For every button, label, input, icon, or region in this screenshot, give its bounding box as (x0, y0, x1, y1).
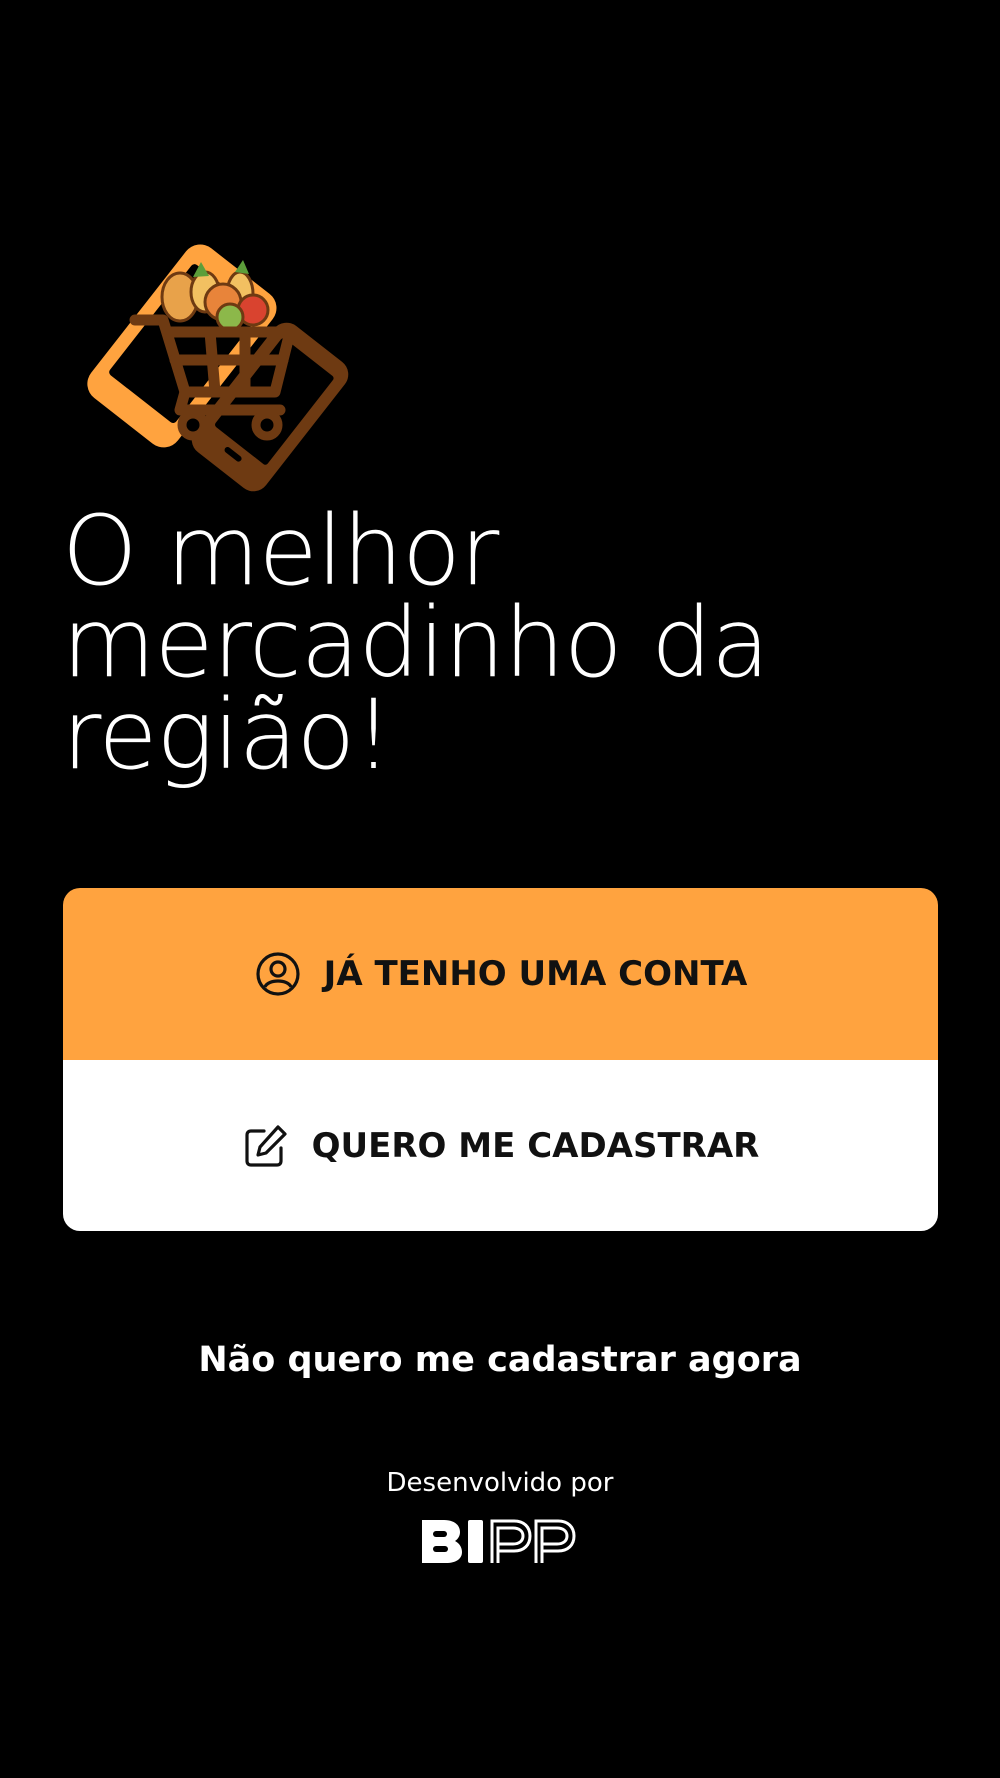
edit-icon (242, 1122, 290, 1170)
login-button[interactable]: JÁ TENHO UMA CONTA (63, 888, 938, 1060)
app-logo (87, 244, 349, 492)
register-button-label: QUERO ME CADASTRAR (311, 1125, 760, 1166)
bipp-logo (422, 1519, 576, 1563)
skip-registration-link[interactable]: Não quero me cadastrar agora (0, 1340, 1000, 1380)
developer-credit: Desenvolvido por (386, 1468, 614, 1498)
user-circle-icon (254, 950, 302, 998)
register-button[interactable]: QUERO ME CADASTRAR (63, 1060, 938, 1231)
auth-button-group: JÁ TENHO UMA CONTA QUERO ME CADASTRAR (63, 888, 938, 1231)
page-headline: O melhor mercadinho da região! (62, 495, 770, 791)
login-button-label: JÁ TENHO UMA CONTA (323, 954, 748, 994)
